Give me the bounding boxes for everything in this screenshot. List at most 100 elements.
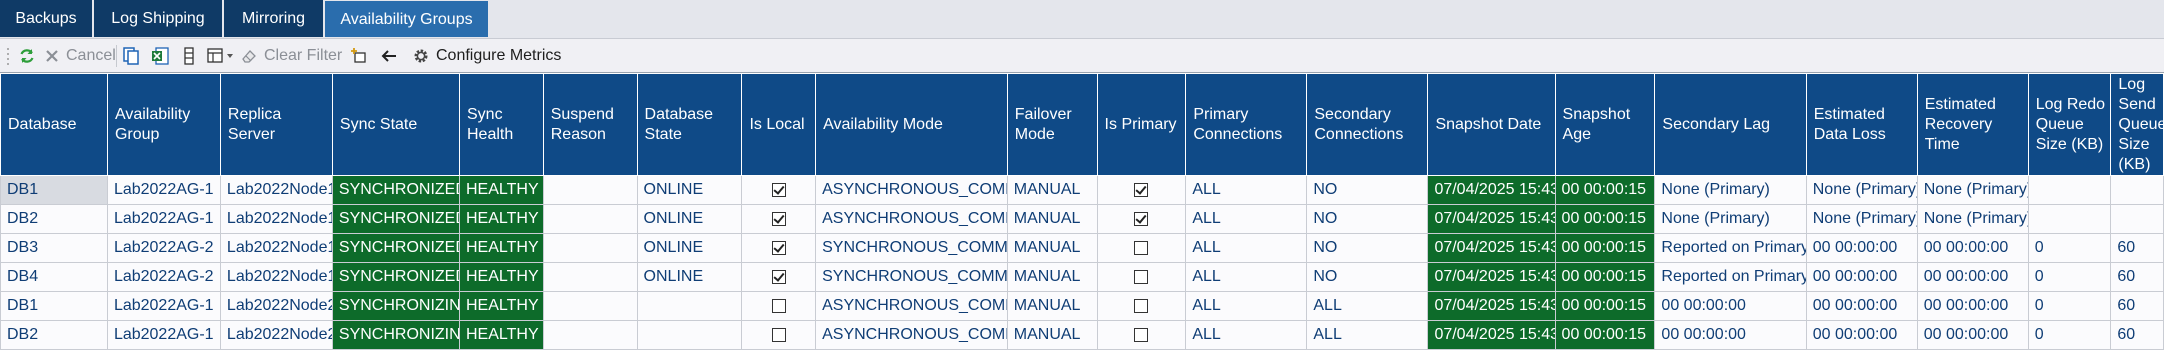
column-header[interactable]: Secondary Lag	[1654, 73, 1807, 176]
log-redo-queue-cell[interactable]: 0	[2027, 233, 2112, 263]
availability-mode-cell[interactable]: ASYNCHRONOUS_COMMIT	[815, 175, 1008, 205]
snapshot-date-cell[interactable]: 07/04/2025 15:43	[1427, 320, 1556, 350]
column-header[interactable]: Snapshot Age	[1554, 73, 1656, 176]
tab-availability-groups[interactable]: Availability Groups	[325, 1, 489, 37]
database-cell[interactable]: DB1	[0, 291, 108, 321]
replica-server-cell[interactable]: Lab2022Node1	[219, 175, 333, 205]
availability-group-cell[interactable]: Lab2022AG-1	[106, 320, 221, 350]
column-header[interactable]: Estimated Recovery Time	[1916, 73, 2029, 176]
secondary-connections-cell[interactable]: NO	[1306, 262, 1429, 292]
suspend-reason-cell[interactable]	[542, 204, 638, 234]
log-redo-queue-cell[interactable]	[2027, 175, 2112, 205]
column-header[interactable]: Log Send Queue Size (KB)	[2110, 73, 2164, 176]
table-row[interactable]: DB2Lab2022AG-1Lab2022Node2SYNCHRONIZINGH…	[0, 320, 2164, 350]
export-excel-button[interactable]	[150, 39, 170, 72]
database-state-cell[interactable]: ONLINE	[636, 204, 743, 234]
snapshot-age-cell[interactable]: 00 00:00:15	[1554, 204, 1656, 234]
estimated-recovery-time-cell[interactable]: 00 00:00:00	[1916, 262, 2029, 292]
snapshot-date-cell[interactable]: 07/04/2025 15:43	[1427, 175, 1556, 205]
sync-health-cell[interactable]: HEALTHY	[459, 320, 544, 350]
log-send-queue-cell[interactable]: 60	[2110, 233, 2164, 263]
cancel-button[interactable]: Cancel	[44, 39, 116, 72]
estimated-data-loss-cell[interactable]: 00 00:00:00	[1805, 262, 1918, 292]
replica-server-cell[interactable]: Lab2022Node2	[219, 291, 333, 321]
primary-connections-cell[interactable]: ALL	[1185, 204, 1308, 234]
tab-backups[interactable]: Backups	[0, 0, 93, 37]
sync-state-cell[interactable]: SYNCHRONIZED	[331, 233, 461, 263]
snapshot-age-cell[interactable]: 00 00:00:15	[1554, 320, 1656, 350]
log-send-queue-cell[interactable]: 60	[2110, 320, 2164, 350]
tab-mirroring[interactable]: Mirroring	[224, 0, 324, 37]
failover-mode-cell[interactable]: MANUAL	[1006, 204, 1098, 234]
estimated-data-loss-cell[interactable]: 00 00:00:00	[1805, 291, 1918, 321]
grid-layout-dropdown[interactable]	[206, 39, 234, 72]
secondary-connections-cell[interactable]: NO	[1306, 204, 1429, 234]
availability-mode-cell[interactable]: ASYNCHRONOUS_COMMIT	[815, 291, 1008, 321]
column-header[interactable]: Log Redo Queue Size (KB)	[2027, 73, 2112, 176]
column-header[interactable]: Availability Group	[106, 73, 221, 176]
column-header[interactable]: Database	[0, 73, 108, 176]
sync-state-cell[interactable]: SYNCHRONIZED	[331, 204, 461, 234]
is-primary-cell[interactable]	[1096, 204, 1187, 234]
secondary-connections-cell[interactable]: NO	[1306, 175, 1429, 205]
database-cell[interactable]: DB2	[0, 320, 108, 350]
sync-state-cell[interactable]: SYNCHRONIZING	[331, 291, 461, 321]
suspend-reason-cell[interactable]	[542, 291, 638, 321]
is-local-cell[interactable]	[741, 262, 817, 292]
secondary-lag-cell[interactable]: 00 00:00:00	[1654, 291, 1807, 321]
column-header[interactable]: Failover Mode	[1006, 73, 1098, 176]
replica-server-cell[interactable]: Lab2022Node1	[219, 233, 333, 263]
secondary-lag-cell[interactable]: None (Primary)	[1654, 204, 1807, 234]
snapshot-age-cell[interactable]: 00 00:00:15	[1554, 233, 1656, 263]
primary-connections-cell[interactable]: ALL	[1185, 320, 1308, 350]
checkbox-checked[interactable]	[771, 240, 786, 255]
database-cell[interactable]: DB3	[0, 233, 108, 263]
failover-mode-cell[interactable]: MANUAL	[1006, 262, 1098, 292]
log-send-queue-cell[interactable]	[2110, 204, 2164, 234]
is-primary-cell[interactable]	[1096, 320, 1187, 350]
database-state-cell[interactable]: ONLINE	[636, 233, 743, 263]
checkbox-unchecked[interactable]	[1134, 240, 1149, 255]
secondary-lag-cell[interactable]: 00 00:00:00	[1654, 320, 1807, 350]
estimated-recovery-time-cell[interactable]: None (Primary)	[1916, 204, 2029, 234]
estimated-recovery-time-cell[interactable]: 00 00:00:00	[1916, 291, 2029, 321]
secondary-lag-cell[interactable]: None (Primary)	[1654, 175, 1807, 205]
failover-mode-cell[interactable]: MANUAL	[1006, 233, 1098, 263]
suspend-reason-cell[interactable]	[542, 320, 638, 350]
primary-connections-cell[interactable]: ALL	[1185, 175, 1308, 205]
estimated-data-loss-cell[interactable]: None (Primary)	[1805, 204, 1918, 234]
is-primary-cell[interactable]	[1096, 262, 1187, 292]
checkbox-checked[interactable]	[771, 211, 786, 226]
database-state-cell[interactable]: ONLINE	[636, 175, 743, 205]
column-header[interactable]: Secondary Connections	[1306, 73, 1429, 176]
database-cell[interactable]: DB4	[0, 262, 108, 292]
table-row[interactable]: DB2 Lab2022AG-1 Lab2022Node1 SYNCHRONIZED HE…	[0, 204, 2164, 234]
availability-group-cell[interactable]: Lab2022AG-2	[106, 262, 221, 292]
sync-health-cell[interactable]: HEALTHY	[459, 204, 544, 234]
checkbox-unchecked[interactable]	[771, 327, 786, 342]
back-button[interactable]	[380, 39, 398, 72]
checkbox-unchecked[interactable]	[1134, 327, 1149, 342]
refresh-button[interactable]	[18, 39, 36, 72]
snapshot-age-cell[interactable]: 00 00:00:15	[1554, 291, 1656, 321]
log-redo-queue-cell[interactable]	[2027, 204, 2112, 234]
is-local-cell[interactable]	[741, 320, 817, 350]
availability-mode-cell[interactable]: SYNCHRONOUS_COMMIT	[815, 233, 1008, 263]
database-state-cell[interactable]	[636, 291, 743, 321]
failover-mode-cell[interactable]: MANUAL	[1006, 320, 1098, 350]
secondary-connections-cell[interactable]: ALL	[1306, 291, 1429, 321]
log-redo-queue-cell[interactable]: 0	[2027, 262, 2112, 292]
tab-log-shipping[interactable]: Log Shipping	[94, 0, 223, 37]
is-local-cell[interactable]	[741, 204, 817, 234]
secondary-connections-cell[interactable]: ALL	[1306, 320, 1429, 350]
failover-mode-cell[interactable]: MANUAL	[1006, 291, 1098, 321]
estimated-recovery-time-cell[interactable]: 00 00:00:00	[1916, 320, 2029, 350]
add-item-button[interactable]	[350, 39, 368, 72]
log-redo-queue-cell[interactable]: 0	[2027, 291, 2112, 321]
column-header[interactable]: Is Primary	[1096, 73, 1187, 176]
availability-mode-cell[interactable]: ASYNCHRONOUS_COMMIT	[815, 320, 1008, 350]
is-local-cell[interactable]	[741, 233, 817, 263]
checkbox-checked[interactable]	[771, 269, 786, 284]
clear-filter-button[interactable]: Clear Filter	[240, 39, 342, 72]
sync-state-cell[interactable]: SYNCHRONIZED	[331, 262, 461, 292]
